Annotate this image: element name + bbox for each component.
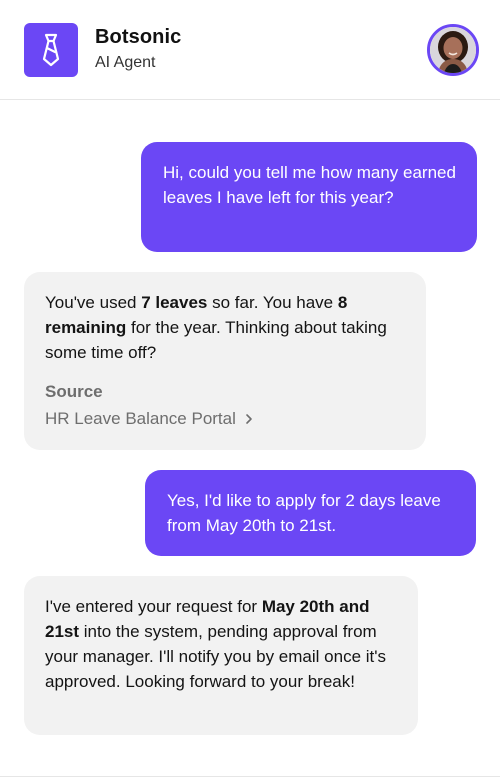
necktie-icon xyxy=(42,33,60,67)
user-message: Hi, could you tell me how many earned le… xyxy=(141,142,477,252)
bold-text: 7 leaves xyxy=(141,293,208,312)
bot-message: You've used 7 leaves so far. You have 8 … xyxy=(24,272,426,450)
source-link[interactable]: HR Leave Balance Portal xyxy=(45,406,406,431)
user-message: Yes, I'd like to apply for 2 days leave … xyxy=(145,470,476,556)
app-subtitle: AI Agent xyxy=(95,54,156,71)
text-segment: so far. You have xyxy=(207,293,338,312)
user-photo-icon xyxy=(430,27,476,73)
app-logo xyxy=(24,23,78,77)
message-text: You've used 7 leaves so far. You have 8 … xyxy=(45,290,406,365)
chat-header: Botsonic AI Agent xyxy=(0,0,500,100)
source-label: Source xyxy=(45,382,103,401)
app-title: Botsonic xyxy=(95,26,182,48)
text-segment: I've entered your request for xyxy=(45,597,262,616)
text-segment: You've used xyxy=(45,293,142,312)
avatar[interactable] xyxy=(427,24,479,76)
message-text: Yes, I'd like to apply for 2 days leave … xyxy=(167,491,441,535)
bot-message: I've entered your request for May 20th a… xyxy=(24,576,418,735)
text-segment: into the system, pending approval from y… xyxy=(45,622,386,691)
message-text: Hi, could you tell me how many earned le… xyxy=(163,163,456,207)
source-link-label[interactable]: HR Leave Balance Portal xyxy=(45,406,236,431)
message-text: I've entered your request for May 20th a… xyxy=(45,594,398,694)
chevron-right-icon xyxy=(246,413,252,424)
chat-window: Botsonic AI Agent Hi, could you tell me … xyxy=(0,0,500,777)
